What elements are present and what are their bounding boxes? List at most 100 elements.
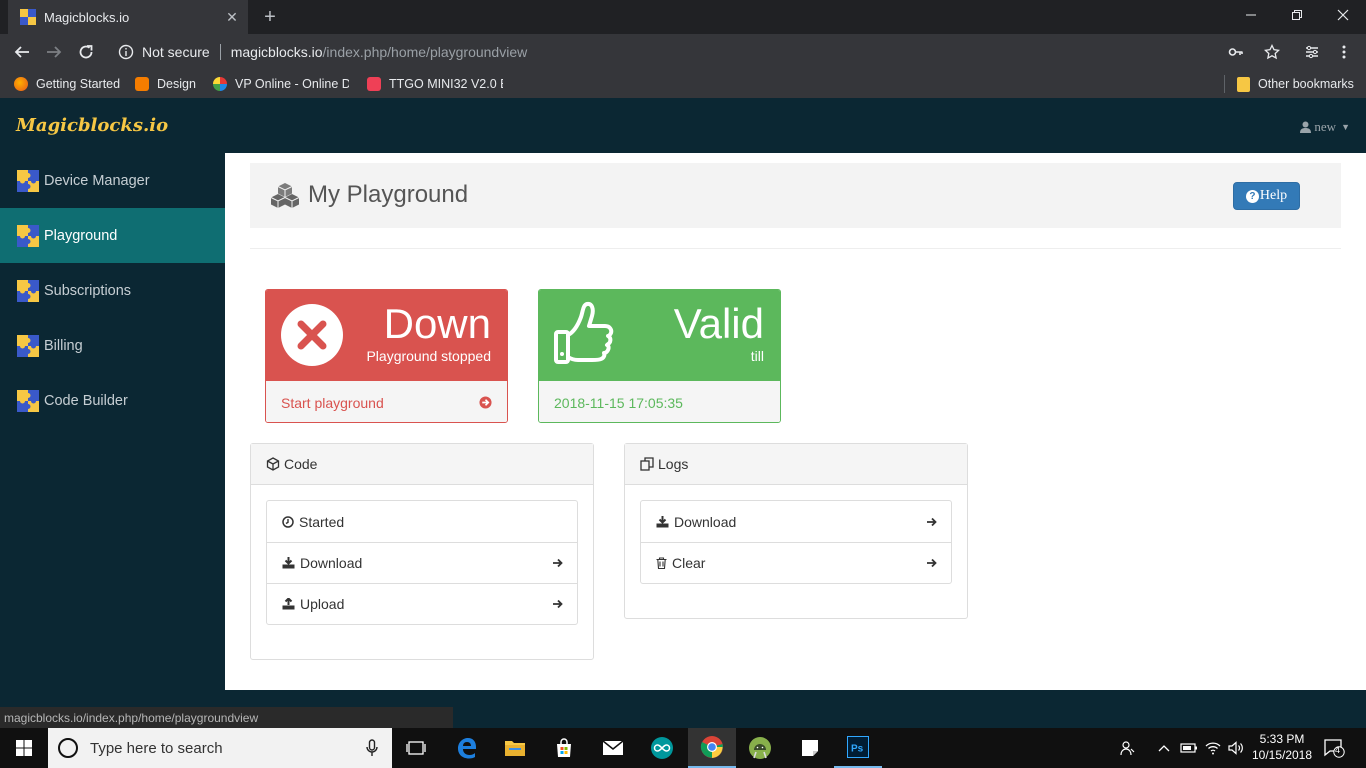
minimize-window-icon[interactable] [1228,0,1274,30]
address-bar[interactable]: Not secure magicblocks.io/index.php/home… [108,38,1298,66]
status-subtitle: till [750,348,764,364]
bookmark-vp-online[interactable]: VP Online - Online Di [213,75,349,93]
bookmark-design[interactable]: Design [135,75,196,93]
puzzle-icon [17,334,39,357]
browser-tab-strip: Magicblocks.io ✕ + [0,0,1366,34]
page-title-wrap: My Playground [270,181,468,209]
people-icon[interactable] [1118,738,1138,758]
security-label: Not secure [142,44,210,60]
main-content: My Playground ? Help Down Playground sto… [225,153,1366,690]
list-item-label: Started [299,513,345,530]
code-download-button[interactable]: Download [267,542,577,583]
cubes-icon [270,183,300,208]
puzzle-icon [17,224,39,247]
windows-start-icon[interactable] [0,728,48,768]
help-button[interactable]: ? Help [1233,182,1300,210]
browser-tab[interactable]: Magicblocks.io ✕ [8,0,248,34]
taskbar-search[interactable]: Type here to search [48,728,392,768]
download-icon [282,557,295,569]
close-window-icon[interactable] [1320,0,1366,30]
task-view-icon[interactable] [392,728,440,768]
sidebar-item-playground[interactable]: Playground [0,208,225,263]
puzzle-icon [17,279,39,302]
chrome-icon[interactable] [688,728,736,768]
logs-panel-title: Logs [658,456,689,472]
arrow-circle-right-icon [479,396,492,409]
svg-text:Ps: Ps [851,744,864,755]
list-item-label: Download [674,513,737,530]
page-header: My Playground ? Help [250,163,1341,228]
reload-icon[interactable] [74,40,98,64]
bookmark-star-icon[interactable] [1262,42,1282,62]
code-list: Started Download Upload [266,500,578,625]
extension-icon[interactable] [1302,42,1322,62]
start-playground-link[interactable]: Start playground [266,381,507,422]
bookmarks-divider [1224,75,1225,93]
tab-title: Magicblocks.io [44,9,130,25]
back-arrow-icon[interactable] [10,40,34,64]
sidebar-item-subscriptions[interactable]: Subscriptions [0,263,225,318]
page-title: My Playground [308,181,469,208]
file-explorer-icon[interactable] [491,728,539,768]
status-card-valid: Valid till 2018-11-15 17:05:35 [538,289,781,423]
new-tab-button[interactable]: + [258,5,282,29]
user-menu[interactable]: new ▼ [1300,119,1350,135]
status-card-body: Down Playground stopped [266,290,507,381]
key-icon[interactable] [1226,42,1246,62]
volume-icon[interactable] [1226,738,1246,758]
code-panel-title: Code [284,456,318,472]
microphone-icon[interactable] [366,739,378,757]
action-center-icon[interactable]: 4 [1322,738,1346,758]
valid-until-footer: 2018-11-15 17:05:35 [539,381,780,422]
status-card-body: Valid till [539,290,780,381]
close-tab-icon[interactable]: ✕ [222,7,242,27]
info-icon[interactable] [116,42,136,62]
puzzle-icon [17,389,39,412]
other-bookmarks[interactable]: Other bookmarks [1237,75,1354,93]
sticky-notes-icon[interactable] [786,728,834,768]
code-panel-heading: Code [251,444,593,485]
list-item-label: Clear [672,555,706,571]
error-x-circle-icon [281,304,343,366]
blogger-icon [135,77,149,91]
photoshop-icon[interactable]: Ps [834,728,882,768]
status-subtitle: Playground stopped [366,348,491,364]
question-circle-icon: ? [1245,189,1259,203]
wifi-icon[interactable] [1203,738,1223,758]
sidebar-item-device-manager[interactable]: Device Manager [0,153,225,208]
battery-icon[interactable] [1179,738,1199,758]
list-item-label: Upload [300,596,345,612]
sidebar-item-billing[interactable]: Billing [0,318,225,373]
sidebar-item-label: Code Builder [44,392,128,409]
code-upload-button[interactable]: Upload [267,583,577,624]
taskbar-clock[interactable]: 5:33 PM 10/15/2018 [1250,731,1314,763]
restore-window-icon[interactable] [1274,0,1320,30]
url-host: magicblocks.io [230,44,323,60]
chevron-up-icon[interactable] [1154,738,1174,758]
mail-icon[interactable] [589,728,637,768]
store-icon[interactable] [540,728,588,768]
help-label: Help [1259,188,1288,203]
logs-download-button[interactable]: Download [641,501,951,542]
windows-taskbar: Type here to search Ps 5:33 PM 10/15/201… [0,728,1366,768]
user-icon [1300,121,1312,133]
brand-logo[interactable]: Magicblocks.io [16,115,168,136]
sidebar-item-code-builder[interactable]: Code Builder [0,373,225,428]
android-studio-icon[interactable] [736,728,784,768]
list-item-label: Download [300,555,363,571]
valid-until-date: 2018-11-15 17:05:35 [554,394,683,411]
logs-list: Download Clear [640,500,952,584]
browser-toolbar: Not secure magicblocks.io/index.php/home… [0,34,1366,70]
forward-arrow-icon[interactable] [42,40,66,64]
clock-date: 10/15/2018 [1251,748,1313,762]
start-playground-label: Start playground [281,394,384,411]
arduino-icon[interactable] [638,728,686,768]
clock-icon [282,515,294,528]
sidebar-item-label: Device Manager [44,172,150,189]
menu-kebab-icon[interactable] [1334,42,1354,62]
trash-icon [656,557,667,569]
logs-clear-button[interactable]: Clear [641,542,951,583]
bookmark-ttgo[interactable]: TTGO MINI32 V2.0 ES [367,75,503,93]
bookmark-getting-started[interactable]: Getting Started [14,75,120,93]
edge-icon[interactable] [443,728,491,768]
